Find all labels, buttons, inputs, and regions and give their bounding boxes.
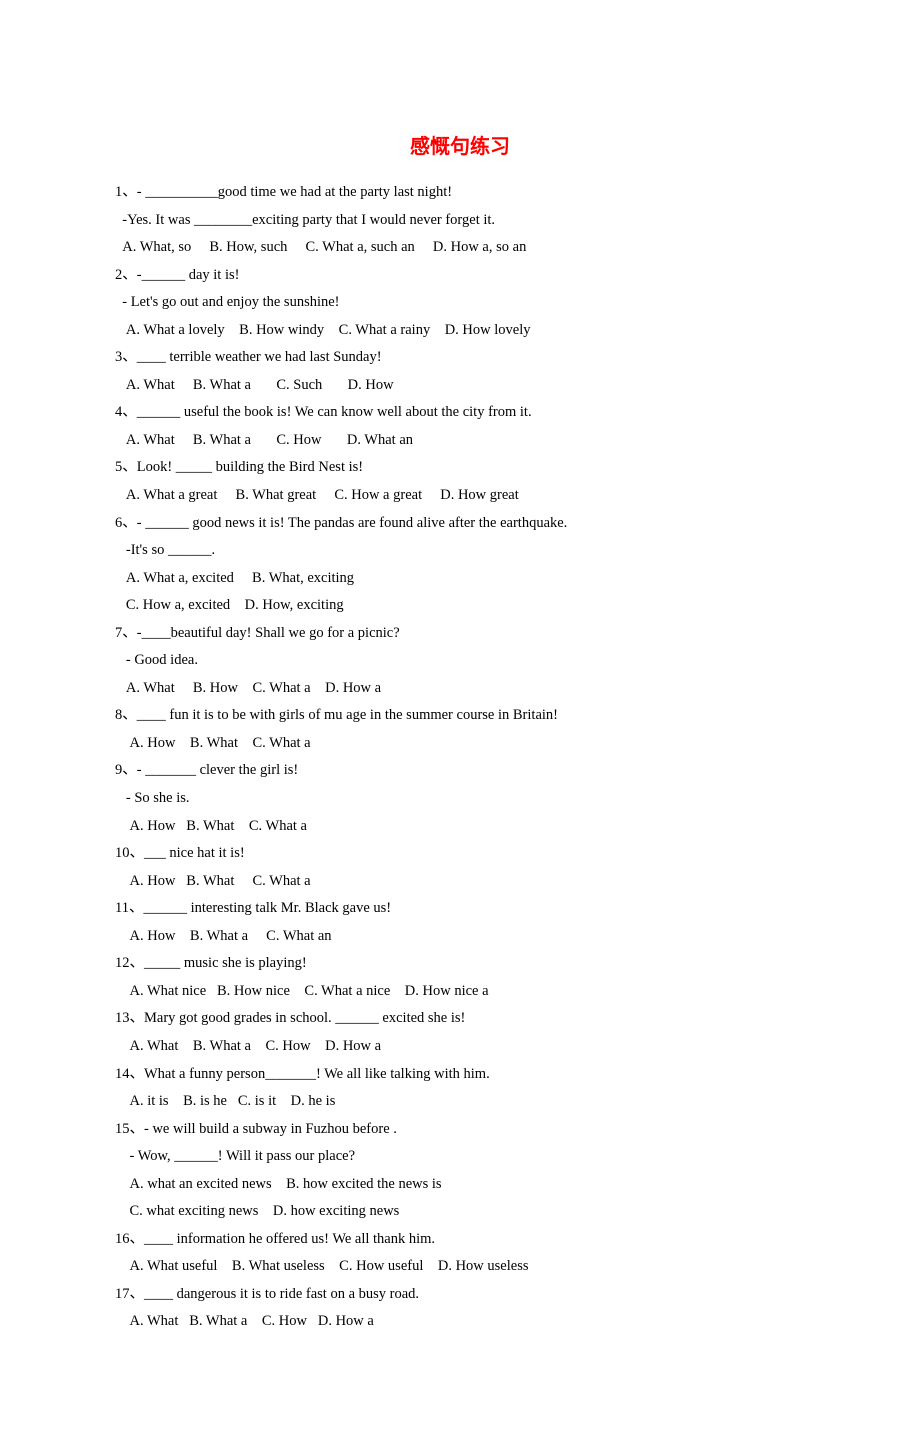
question-item: 1、- __________good time we had at the pa… xyxy=(115,179,805,262)
question-stem: 5、Look! _____ building the Bird Nest is! xyxy=(115,454,805,482)
question-item: 17、____ dangerous it is to ride fast on … xyxy=(115,1281,805,1336)
question-stem: 11、______ interesting talk Mr. Black gav… xyxy=(115,895,805,923)
question-line: C. How a, excited D. How, exciting xyxy=(115,592,805,620)
question-item: 6、- ______ good news it is! The pandas a… xyxy=(115,510,805,620)
page-title: 感慨句练习 xyxy=(115,130,805,159)
question-item: 10、___ nice hat it is! A. How B. What C.… xyxy=(115,840,805,895)
question-item: 4、______ useful the book is! We can know… xyxy=(115,399,805,454)
question-stem: 16、____ information he offered us! We al… xyxy=(115,1226,805,1254)
question-stem: 2、-______ day it is! xyxy=(115,262,805,290)
question-item: 5、Look! _____ building the Bird Nest is!… xyxy=(115,454,805,509)
question-item: 8、____ fun it is to be with girls of mu … xyxy=(115,702,805,757)
question-stem: 13、Mary got good grades in school. _____… xyxy=(115,1005,805,1033)
question-item: 3、____ terrible weather we had last Sund… xyxy=(115,344,805,399)
question-line: A. What a lovely B. How windy C. What a … xyxy=(115,317,805,345)
question-item: 16、____ information he offered us! We al… xyxy=(115,1226,805,1281)
question-line: - Good idea. xyxy=(115,647,805,675)
question-item: 15、- we will build a subway in Fuzhou be… xyxy=(115,1116,805,1226)
question-line: A. How B. What C. What a xyxy=(115,730,805,758)
question-line: -Yes. It was ________exciting party that… xyxy=(115,207,805,235)
question-stem: 15、- we will build a subway in Fuzhou be… xyxy=(115,1116,805,1144)
question-line: A. What B. What a C. How D. What an xyxy=(115,427,805,455)
question-item: 14、What a funny person_______! We all li… xyxy=(115,1061,805,1116)
question-item: 7、-____beautiful day! Shall we go for a … xyxy=(115,620,805,703)
question-line: A. What B. How C. What a D. How a xyxy=(115,675,805,703)
question-line: A. What B. What a C. How D. How a xyxy=(115,1033,805,1061)
question-stem: 6、- ______ good news it is! The pandas a… xyxy=(115,510,805,538)
question-stem: 7、-____beautiful day! Shall we go for a … xyxy=(115,620,805,648)
question-item: 9、- _______ clever the girl is! - So she… xyxy=(115,757,805,840)
question-stem: 8、____ fun it is to be with girls of mu … xyxy=(115,702,805,730)
question-stem: 9、- _______ clever the girl is! xyxy=(115,757,805,785)
question-line: A. What a great B. What great C. How a g… xyxy=(115,482,805,510)
question-line: A. what an excited news B. how excited t… xyxy=(115,1171,805,1199)
question-line: A. What useful B. What useless C. How us… xyxy=(115,1253,805,1281)
question-line: A. What B. What a C. How D. How a xyxy=(115,1308,805,1336)
question-line: -It's so ______. xyxy=(115,537,805,565)
document-page: 感慨句练习 1、- __________good time we had at … xyxy=(0,0,920,1436)
question-stem: 1、- __________good time we had at the pa… xyxy=(115,179,805,207)
question-item: 11、______ interesting talk Mr. Black gav… xyxy=(115,895,805,950)
question-line: A. it is B. is he C. is it D. he is xyxy=(115,1088,805,1116)
question-line: A. How B. What a C. What an xyxy=(115,923,805,951)
question-line: - So she is. xyxy=(115,785,805,813)
question-item: 13、Mary got good grades in school. _____… xyxy=(115,1005,805,1060)
question-line: - Let's go out and enjoy the sunshine! xyxy=(115,289,805,317)
question-item: 12、_____ music she is playing! A. What n… xyxy=(115,950,805,1005)
questions-container: 1、- __________good time we had at the pa… xyxy=(115,179,805,1336)
question-line: - Wow, ______! Will it pass our place? xyxy=(115,1143,805,1171)
question-stem: 17、____ dangerous it is to ride fast on … xyxy=(115,1281,805,1309)
question-line: C. what exciting news D. how exciting ne… xyxy=(115,1198,805,1226)
question-stem: 3、____ terrible weather we had last Sund… xyxy=(115,344,805,372)
question-line: A. What B. What a C. Such D. How xyxy=(115,372,805,400)
question-line: A. What a, excited B. What, exciting xyxy=(115,565,805,593)
question-line: A. How B. What C. What a xyxy=(115,813,805,841)
question-stem: 12、_____ music she is playing! xyxy=(115,950,805,978)
question-item: 2、-______ day it is! - Let's go out and … xyxy=(115,262,805,345)
question-line: A. What, so B. How, such C. What a, such… xyxy=(115,234,805,262)
question-line: A. What nice B. How nice C. What a nice … xyxy=(115,978,805,1006)
question-stem: 10、___ nice hat it is! xyxy=(115,840,805,868)
question-stem: 14、What a funny person_______! We all li… xyxy=(115,1061,805,1089)
question-stem: 4、______ useful the book is! We can know… xyxy=(115,399,805,427)
question-line: A. How B. What C. What a xyxy=(115,868,805,896)
